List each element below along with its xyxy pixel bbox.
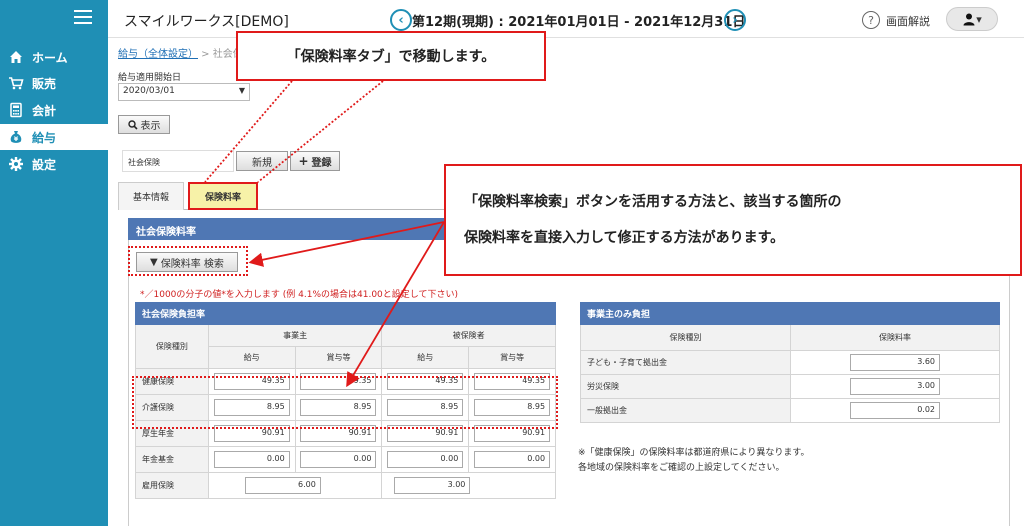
sidebar-item-payroll[interactable]: ¥ 給与 xyxy=(0,124,108,150)
tab-insurance-rate[interactable]: 保険料率 xyxy=(188,182,258,210)
rate-search-button[interactable]: ▼ 保険料率 検索 xyxy=(136,252,238,272)
rate-input[interactable]: 0.00 xyxy=(213,451,290,468)
table-title: 社会保険負担率 xyxy=(135,302,556,325)
col-header-type: 保険種別 xyxy=(580,324,791,351)
rate-input[interactable]: 0.00 xyxy=(300,451,377,468)
table-title: 事業主のみ負担 xyxy=(580,302,1000,325)
search-icon xyxy=(127,119,138,130)
rate-search-label: 保険料率 検索 xyxy=(160,258,224,270)
prefecture-note: ※「健康保険」の保険料率は都道府県により異なります。 各地域の保険料率をご確認の… xyxy=(578,446,809,476)
calculator-icon xyxy=(8,102,24,118)
breadcrumb: 給与（全体設定） > 社会保 xyxy=(118,45,243,60)
plus-icon: + xyxy=(298,154,309,168)
col-header-type: 保険種別 xyxy=(135,324,209,369)
rate-input[interactable]: 3.00 xyxy=(394,477,471,494)
col-group-employer: 事業主 xyxy=(207,324,383,347)
next-period-icon[interactable]: › xyxy=(724,9,746,31)
sidebar-item-sales[interactable]: 販売 xyxy=(0,70,108,96)
breadcrumb-link[interactable]: 給与（全体設定） xyxy=(118,49,198,60)
tab-label: 基本情報 xyxy=(132,193,169,203)
register-button-label: 登録 xyxy=(311,157,332,169)
input-note: *／1000の分子の値*を入力します (例 4.1%の場合は41.00と設定して… xyxy=(140,290,459,300)
rate-input[interactable]: 0.00 xyxy=(474,451,551,468)
fiscal-period: 第12期(現期) : 2021年01月01日 - 2021年12月31日 xyxy=(412,15,746,30)
sidebar-item-label: 販売 xyxy=(32,76,57,91)
breadcrumb-separator: > xyxy=(198,49,213,60)
table-row: 年金基金 0.00 0.00 0.00 0.00 xyxy=(135,446,556,473)
svg-text:¥: ¥ xyxy=(14,135,19,143)
table-row: 子ども・子育て拠出金 3.60 xyxy=(580,350,1000,375)
register-button[interactable]: + 登録 xyxy=(290,151,340,171)
date-value: 2020/03/01 xyxy=(123,86,175,96)
col-header-salary: 給与 xyxy=(381,346,470,369)
hamburger-menu-icon[interactable] xyxy=(74,10,92,24)
col-header-salary: 給与 xyxy=(207,346,296,369)
show-button-label: 表示 xyxy=(140,121,161,132)
rate-input[interactable]: 0.02 xyxy=(850,402,940,419)
date-label: 給与適用開始日 xyxy=(118,73,182,83)
row-label: 雇用保険 xyxy=(135,472,209,499)
rate-input[interactable]: 3.60 xyxy=(850,354,940,371)
home-icon xyxy=(8,49,24,65)
callout-text: 「保険料率検索」ボタンを活用する方法と、該当する箇所の xyxy=(464,194,842,210)
callout-tab-move: 「保険料率タブ」で移動します。 xyxy=(236,31,546,81)
sidebar-item-label: 会計 xyxy=(32,103,57,118)
user-menu-button[interactable]: ▾ xyxy=(946,7,998,31)
sidebar-item-label: ホーム xyxy=(32,50,68,65)
new-button[interactable]: 新規 xyxy=(236,151,288,171)
show-button[interactable]: 表示 xyxy=(118,115,170,134)
note-line: 各地域の保険料率をご確認の上設定してください。 xyxy=(578,463,785,473)
table-row: 一般拠出金 0.02 xyxy=(580,398,1000,423)
col-header-bonus: 賞与等 xyxy=(294,346,383,369)
col-group-insured: 被保険者 xyxy=(381,324,556,347)
col-header-bonus: 賞与等 xyxy=(468,346,556,369)
sidebar-item-home[interactable]: ホーム xyxy=(0,44,108,70)
row-label: 年金基金 xyxy=(135,446,209,473)
callout-edit-methods: 「保険料率検索」ボタンを活用する方法と、該当する箇所の 保険料率を直接入力して修… xyxy=(444,164,1022,276)
employer-only-table: 事業主のみ負担 保険種別 保険料率 子ども・子育て拠出金 3.60 労災保険 3… xyxy=(580,302,1000,423)
sidebar-item-label: 設定 xyxy=(32,157,57,172)
company-name: スマイルワークス[DEMO] xyxy=(124,14,289,30)
rows-highlight xyxy=(132,376,558,429)
money-bag-icon: ¥ xyxy=(8,129,24,145)
callout-text: 保険料率を直接入力して修正する方法があります。 xyxy=(464,230,785,246)
rate-input[interactable]: 0.00 xyxy=(387,451,464,468)
rate-input[interactable]: 3.00 xyxy=(850,378,940,395)
gear-icon xyxy=(8,156,24,172)
user-icon xyxy=(963,13,975,26)
tab-label: 保険料率 xyxy=(204,192,241,203)
note-line: ※「健康保険」の保険料率は都道府県により異なります。 xyxy=(578,448,810,458)
callout-text: 「保険料率タブ」で移動します。 xyxy=(286,49,496,65)
row-label: 子ども・子育て拠出金 xyxy=(580,350,791,375)
tab-basic-info[interactable]: 基本情報 xyxy=(118,182,184,210)
cart-icon xyxy=(8,75,24,91)
help-icon[interactable]: ? xyxy=(862,11,880,29)
row-label: 労災保険 xyxy=(580,374,791,399)
chevron-down-icon: ▼ xyxy=(238,86,245,95)
insurance-label: 社会保険 xyxy=(128,158,160,167)
table-row: 雇用保険 6.00 3.00 xyxy=(135,472,556,499)
sidebar-item-label: 給与 xyxy=(32,130,57,145)
sidebar: ホーム 販売 会計 ¥ 給与 設定 xyxy=(0,0,108,526)
date-select[interactable]: 2020/03/01 ▼ xyxy=(118,83,250,101)
chevron-down-icon: ▾ xyxy=(976,12,982,26)
filter-icon: ▼ xyxy=(150,256,158,268)
new-button-label: 新規 xyxy=(252,157,272,169)
prev-period-icon[interactable]: ‹ xyxy=(390,9,412,31)
col-header-rate: 保険料率 xyxy=(790,324,1000,351)
sidebar-item-settings[interactable]: 設定 xyxy=(0,151,108,177)
row-label: 一般拠出金 xyxy=(580,398,791,423)
sidebar-item-accounting[interactable]: 会計 xyxy=(0,97,108,123)
table-row: 労災保険 3.00 xyxy=(580,374,1000,399)
rate-input[interactable]: 6.00 xyxy=(244,477,321,494)
help-link[interactable]: 画面解説 xyxy=(886,13,930,29)
